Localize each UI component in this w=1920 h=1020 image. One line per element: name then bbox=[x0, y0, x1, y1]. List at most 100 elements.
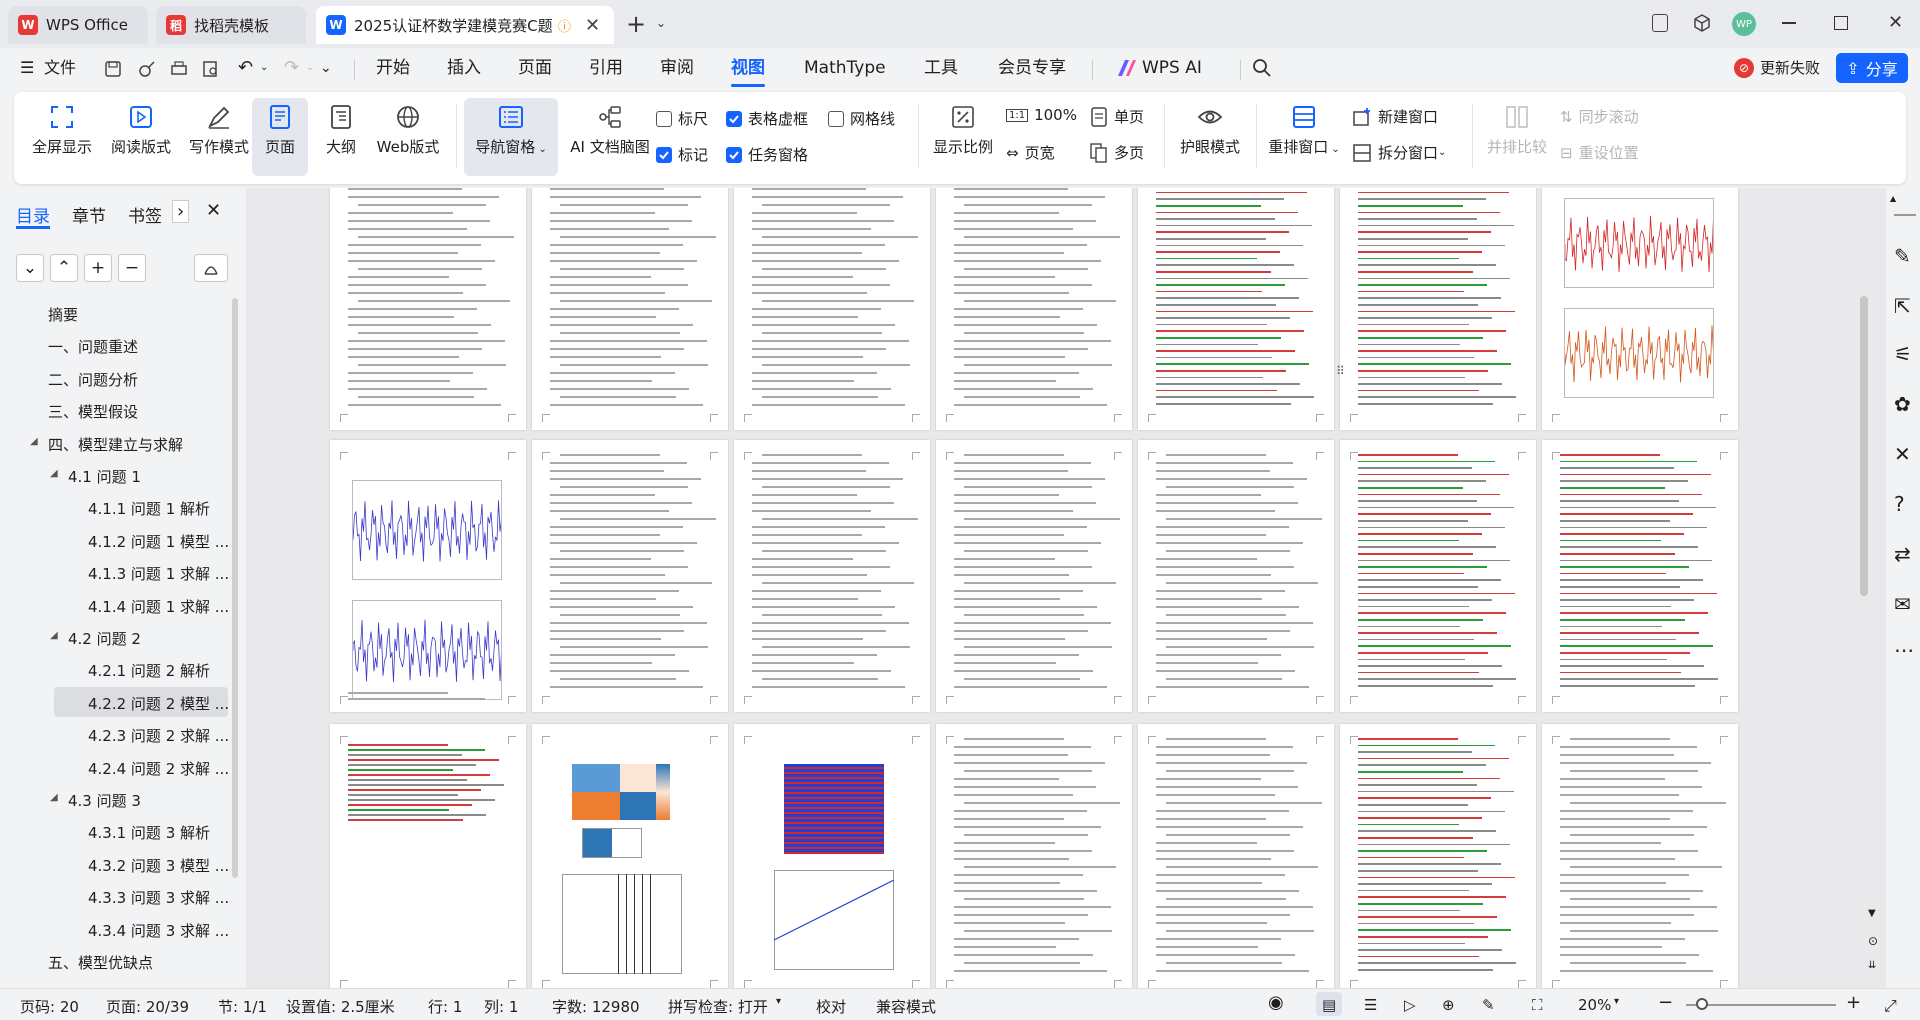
maximize-icon[interactable] bbox=[1834, 16, 1848, 30]
toc-item[interactable]: 4.1.2 问题 1 模型 ... bbox=[88, 531, 229, 552]
menu-start[interactable]: 开始 bbox=[376, 56, 410, 80]
toc-item[interactable]: 四、模型建立与求解 bbox=[48, 434, 183, 455]
document-page[interactable] bbox=[1138, 188, 1334, 430]
edit-pen-icon[interactable]: ✎ bbox=[1894, 244, 1911, 268]
tab-template[interactable]: 稻 找稻壳模板 bbox=[156, 6, 306, 44]
tab-document[interactable]: W 2025认证杯数学建模竞赛C题 ⓘ ✕ bbox=[316, 6, 614, 44]
zoom-button[interactable]: 显示比例 bbox=[928, 104, 998, 157]
status-spell-check[interactable]: 拼写检查: 打开 bbox=[668, 996, 768, 1017]
zoom-out-icon[interactable]: − bbox=[1658, 992, 1673, 1013]
toc-item[interactable]: 三、模型假设 bbox=[48, 401, 138, 422]
menu-insert[interactable]: 插入 bbox=[447, 56, 481, 80]
eye-protect-icon[interactable]: ◉ bbox=[1268, 992, 1284, 1013]
document-page[interactable] bbox=[330, 440, 526, 712]
nav-tab-bookmark[interactable]: 书签 bbox=[128, 202, 162, 227]
minimize-icon[interactable] bbox=[1782, 22, 1796, 24]
remove-heading-button[interactable]: − bbox=[118, 254, 146, 282]
split-window-button[interactable]: 拆分窗口 ⌄ bbox=[1352, 142, 1446, 163]
side-by-side-button[interactable]: 并排比较 bbox=[1482, 104, 1552, 157]
document-page[interactable] bbox=[734, 724, 930, 988]
expand-up-button[interactable]: ⌃ bbox=[50, 254, 78, 282]
restore-tabs-icon[interactable] bbox=[1652, 14, 1668, 32]
save-icon[interactable] bbox=[104, 60, 122, 78]
document-page[interactable] bbox=[734, 188, 930, 430]
status-word-count[interactable]: 字数: 12980 bbox=[552, 996, 640, 1017]
page-width-button[interactable]: ⇔ 页宽 bbox=[1006, 142, 1055, 163]
toc-expand-arrow-icon[interactable]: ◢ bbox=[50, 792, 58, 803]
avatar[interactable]: WP bbox=[1732, 12, 1756, 36]
share-button[interactable]: ⇪ 分享 bbox=[1836, 53, 1908, 83]
toc-item[interactable]: 4.1.1 问题 1 解析 bbox=[88, 498, 210, 519]
document-page[interactable] bbox=[936, 724, 1132, 988]
toc-item[interactable]: 一、问题重述 bbox=[48, 336, 138, 357]
toc-item[interactable]: 4.1.4 问题 1 求解 ... bbox=[88, 596, 229, 617]
zoom-slider-thumb[interactable] bbox=[1696, 998, 1708, 1010]
cursor-select-icon[interactable]: ⇱ bbox=[1894, 294, 1911, 318]
toc-item[interactable]: 4.1 问题 1 bbox=[68, 466, 141, 487]
status-row[interactable]: 行: 1 bbox=[428, 996, 462, 1017]
document-page[interactable] bbox=[532, 440, 728, 712]
toc-item[interactable]: 4.3.4 问题 3 求解 ... bbox=[88, 920, 229, 941]
status-setting[interactable]: 设置值: 2.5厘米 bbox=[286, 996, 395, 1017]
smart-toc-icon[interactable] bbox=[194, 254, 228, 282]
menu-file[interactable]: 文件 bbox=[44, 56, 76, 80]
gridlines-checkbox[interactable]: 网格线 bbox=[828, 108, 895, 129]
export-icon[interactable] bbox=[138, 60, 156, 78]
menu-membership[interactable]: 会员专享 bbox=[998, 56, 1066, 80]
redo-dropdown-icon[interactable]: ⌄ bbox=[306, 56, 314, 80]
writing-mode-button[interactable]: 写作模式 bbox=[184, 104, 254, 157]
outline-button[interactable]: 大纲 bbox=[316, 104, 366, 157]
undo-icon[interactable]: ↶ bbox=[238, 56, 253, 80]
zoom-value[interactable]: 20% bbox=[1578, 996, 1611, 1014]
ruler-checkbox[interactable]: 标尺 bbox=[656, 108, 708, 129]
document-page[interactable] bbox=[532, 724, 728, 988]
undo-dropdown-icon[interactable]: ⌄ bbox=[260, 56, 268, 80]
help-icon[interactable]: ? bbox=[1894, 492, 1905, 516]
web-view-icon[interactable]: ⊕ bbox=[1442, 996, 1455, 1014]
nav-pane-button[interactable]: 导航窗格 ⌄ bbox=[464, 98, 558, 176]
prev-page-icon[interactable]: ▼ bbox=[1868, 908, 1876, 919]
fit-page-icon[interactable]: ⛶ bbox=[1532, 996, 1543, 1014]
toc-item[interactable]: 4.3.2 问题 3 模型 ... bbox=[88, 855, 229, 876]
document-page[interactable] bbox=[532, 188, 728, 430]
document-page[interactable] bbox=[330, 188, 526, 430]
toc-item[interactable]: 4.3.1 问题 3 解析 bbox=[88, 822, 210, 843]
toc-item[interactable]: 五、模型优缺点 bbox=[48, 952, 153, 973]
document-page[interactable] bbox=[1340, 440, 1536, 712]
document-page[interactable] bbox=[936, 440, 1132, 712]
toc-item[interactable]: 4.2.2 问题 2 模型 ... bbox=[88, 693, 229, 714]
scroll-up-icon[interactable]: ▲ bbox=[1890, 194, 1896, 203]
status-proofread[interactable]: 校对 bbox=[816, 996, 846, 1017]
print-icon[interactable] bbox=[170, 60, 188, 78]
fullscreen-corner-icon[interactable]: ⤢ bbox=[1884, 996, 1897, 1016]
zoom-dropdown-icon[interactable]: ▾ bbox=[1614, 996, 1619, 1007]
menu-reference[interactable]: 引用 bbox=[589, 56, 623, 80]
page-view-icon[interactable]: ▤ bbox=[1322, 996, 1336, 1014]
translate-icon[interactable]: ⇄ bbox=[1894, 542, 1911, 566]
status-pages[interactable]: 页面: 20/39 bbox=[106, 996, 189, 1017]
document-page[interactable] bbox=[734, 440, 930, 712]
menu-review[interactable]: 审阅 bbox=[660, 56, 694, 80]
more-icon[interactable]: ⋯ bbox=[1894, 638, 1914, 662]
status-page-number[interactable]: 页码: 20 bbox=[20, 996, 79, 1017]
play-icon[interactable]: ▷ bbox=[1404, 996, 1416, 1014]
document-page[interactable] bbox=[1340, 724, 1536, 988]
sync-scroll-button[interactable]: ⇅ 同步滚动 bbox=[1560, 106, 1639, 127]
zoom-slider-track[interactable] bbox=[1686, 1004, 1836, 1006]
document-page[interactable] bbox=[1542, 724, 1738, 988]
toc-item[interactable]: 4.2.1 问题 2 解析 bbox=[88, 660, 210, 681]
cube-icon[interactable] bbox=[1692, 13, 1712, 33]
toc-item[interactable]: 4.2.4 问题 2 求解 ... bbox=[88, 758, 229, 779]
tab-list-chevron-icon[interactable]: ⌄ bbox=[656, 16, 666, 30]
close-window-icon[interactable]: ✕ bbox=[1888, 12, 1903, 33]
redo-icon[interactable]: ↷ bbox=[284, 56, 299, 80]
marks-checkbox[interactable]: 标记 bbox=[656, 144, 708, 165]
collapse-all-button[interactable]: ⌄ bbox=[16, 254, 44, 282]
toc-expand-arrow-icon[interactable]: ◢ bbox=[50, 630, 58, 641]
adjust-sliders-icon[interactable]: ⚟ bbox=[1894, 342, 1912, 366]
next-page-icon[interactable]: ⇊ bbox=[1868, 960, 1876, 971]
new-window-button[interactable]: 新建窗口 bbox=[1352, 106, 1438, 127]
menu-page[interactable]: 页面 bbox=[518, 56, 552, 80]
ai-mindmap-button[interactable]: AI 文档脑图 bbox=[562, 104, 658, 157]
outline-view-icon[interactable]: ☰ bbox=[1364, 996, 1377, 1014]
